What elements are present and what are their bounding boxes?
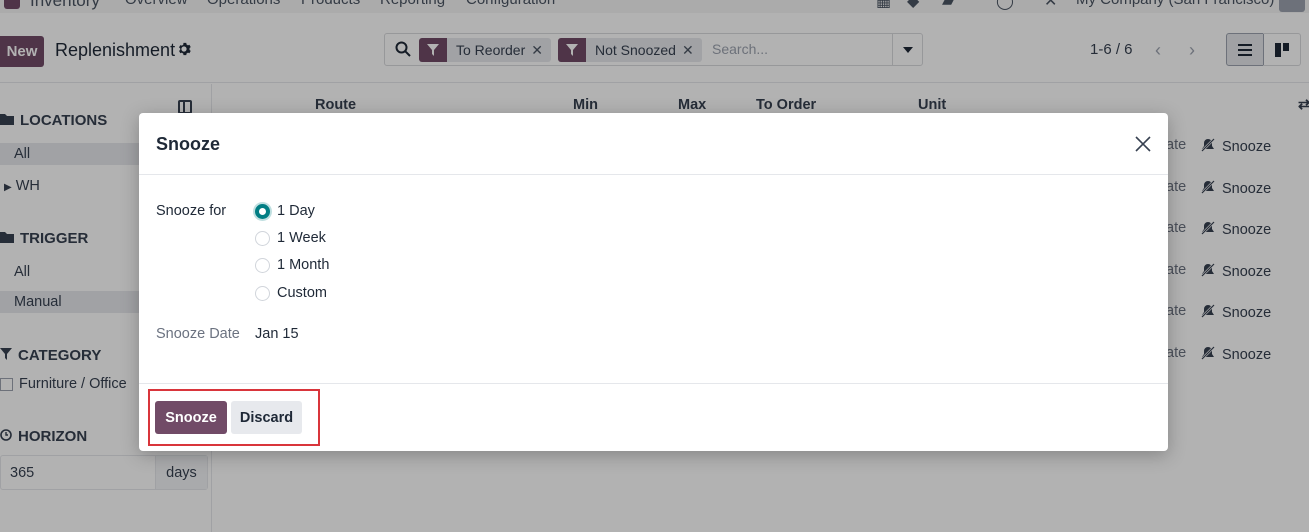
radio-empty-icon[interactable] bbox=[255, 285, 270, 301]
dialog-body: Snooze for 1 Day 1 Week 1 Month Custom S… bbox=[139, 175, 1168, 383]
snooze-date-label: Snooze Date bbox=[156, 326, 240, 342]
radio-custom[interactable]: Custom bbox=[255, 285, 327, 301]
radio-1-month[interactable]: 1 Month bbox=[255, 257, 329, 273]
radio-empty-icon[interactable] bbox=[255, 230, 270, 246]
dialog-header: Snooze bbox=[139, 113, 1168, 175]
dialog-title: Snooze bbox=[156, 134, 221, 154]
radio-selected-icon[interactable] bbox=[255, 203, 270, 219]
dialog-footer: Snooze Discard bbox=[139, 383, 1168, 451]
radio-1-day[interactable]: 1 Day bbox=[255, 203, 315, 219]
close-icon[interactable] bbox=[1132, 133, 1154, 155]
discard-button[interactable]: Discard bbox=[231, 401, 302, 434]
radio-empty-icon[interactable] bbox=[255, 257, 270, 273]
snooze-for-label: Snooze for bbox=[156, 203, 227, 219]
snooze-dialog: Snooze Snooze for 1 Day 1 Week 1 Month C… bbox=[139, 113, 1168, 451]
snooze-date-value: Jan 15 bbox=[255, 326, 299, 342]
snooze-button[interactable]: Snooze bbox=[155, 401, 227, 434]
radio-1-week[interactable]: 1 Week bbox=[255, 230, 326, 246]
